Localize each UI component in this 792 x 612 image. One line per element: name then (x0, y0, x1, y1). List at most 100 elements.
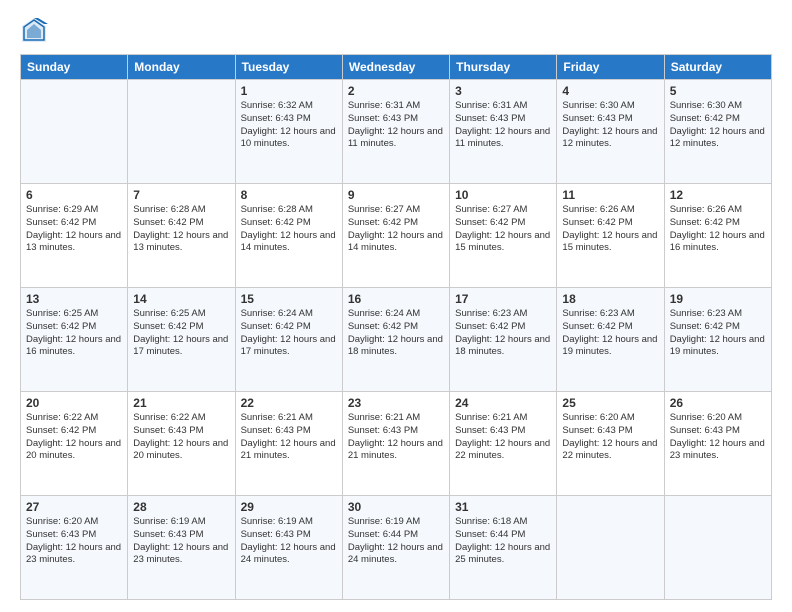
calendar-cell: 23Sunrise: 6:21 AMSunset: 6:43 PMDayligh… (342, 392, 449, 496)
calendar-cell: 18Sunrise: 6:23 AMSunset: 6:42 PMDayligh… (557, 288, 664, 392)
day-number: 7 (133, 188, 229, 202)
calendar-cell: 8Sunrise: 6:28 AMSunset: 6:42 PMDaylight… (235, 184, 342, 288)
calendar-week-row: 20 Sunrise: 6:22 AMSunset: 6:42 PMDayligh… (21, 392, 772, 496)
day-info: Sunrise: 6:30 AMSunset: 6:42 PMDaylight:… (670, 100, 766, 151)
day-info: Sunrise: 6:28 AMSunset: 6:42 PMDaylight:… (133, 204, 229, 255)
calendar-cell: 7 Sunrise: 6:28 AMSunset: 6:42 PMDaylight… (128, 184, 235, 288)
calendar-cell: 4 Sunrise: 6:30 AMSunset: 6:43 PMDaylight… (557, 80, 664, 184)
day-number: 5 (670, 84, 766, 98)
calendar-cell: 27 Sunrise: 6:20 AMSunset: 6:43 PMDayligh… (21, 496, 128, 600)
day-info: Sunrise: 6:30 AMSunset: 6:43 PMDaylight:… (562, 100, 658, 151)
day-number: 15 (241, 292, 337, 306)
day-number: 16 (348, 292, 444, 306)
day-info: Sunrise: 6:26 AMSunset: 6:42 PMDaylight:… (670, 204, 766, 255)
calendar-cell (21, 80, 128, 184)
weekday-header: Sunday (21, 55, 128, 80)
logo (20, 16, 52, 44)
calendar-week-row: 6 Sunrise: 6:29 AMSunset: 6:42 PMDaylight… (21, 184, 772, 288)
calendar-table: SundayMondayTuesdayWednesdayThursdayFrid… (20, 54, 772, 600)
day-info: Sunrise: 6:21 AMSunset: 6:43 PMDaylight:… (455, 412, 551, 463)
day-number: 30 (348, 500, 444, 514)
day-number: 10 (455, 188, 551, 202)
day-info: Sunrise: 6:26 AMSunset: 6:42 PMDaylight:… (562, 204, 658, 255)
day-number: 14 (133, 292, 229, 306)
day-number: 6 (26, 188, 122, 202)
day-info: Sunrise: 6:20 AMSunset: 6:43 PMDaylight:… (670, 412, 766, 463)
calendar-cell: 31 Sunrise: 6:18 AMSunset: 6:44 PMDayligh… (450, 496, 557, 600)
calendar-cell: 2 Sunrise: 6:31 AMSunset: 6:43 PMDaylight… (342, 80, 449, 184)
calendar-header-row: SundayMondayTuesdayWednesdayThursdayFrid… (21, 55, 772, 80)
day-info: Sunrise: 6:31 AMSunset: 6:43 PMDaylight:… (348, 100, 444, 151)
day-info: Sunrise: 6:23 AMSunset: 6:42 PMDaylight:… (562, 308, 658, 359)
calendar-cell: 10Sunrise: 6:27 AMSunset: 6:42 PMDayligh… (450, 184, 557, 288)
day-info: Sunrise: 6:28 AMSunset: 6:42 PMDaylight:… (241, 204, 337, 255)
day-info: Sunrise: 6:27 AMSunset: 6:42 PMDaylight:… (348, 204, 444, 255)
day-info: Sunrise: 6:23 AMSunset: 6:42 PMDaylight:… (455, 308, 551, 359)
calendar-cell: 5 Sunrise: 6:30 AMSunset: 6:42 PMDaylight… (664, 80, 771, 184)
day-info: Sunrise: 6:29 AMSunset: 6:42 PMDaylight:… (26, 204, 122, 255)
day-number: 28 (133, 500, 229, 514)
day-info: Sunrise: 6:22 AMSunset: 6:42 PMDaylight:… (26, 412, 122, 463)
day-number: 1 (241, 84, 337, 98)
day-info: Sunrise: 6:19 AMSunset: 6:44 PMDaylight:… (348, 516, 444, 567)
calendar-cell (128, 80, 235, 184)
day-number: 13 (26, 292, 122, 306)
calendar-cell: 13Sunrise: 6:25 AMSunset: 6:42 PMDayligh… (21, 288, 128, 392)
day-number: 9 (348, 188, 444, 202)
day-info: Sunrise: 6:24 AMSunset: 6:42 PMDaylight:… (241, 308, 337, 359)
day-number: 2 (348, 84, 444, 98)
calendar-cell: 16 Sunrise: 6:24 AMSunset: 6:42 PMDayligh… (342, 288, 449, 392)
calendar-cell: 6 Sunrise: 6:29 AMSunset: 6:42 PMDaylight… (21, 184, 128, 288)
calendar-cell: 19 Sunrise: 6:23 AMSunset: 6:42 PMDayligh… (664, 288, 771, 392)
day-info: Sunrise: 6:22 AMSunset: 6:43 PMDaylight:… (133, 412, 229, 463)
day-info: Sunrise: 6:19 AMSunset: 6:43 PMDaylight:… (133, 516, 229, 567)
calendar-cell: 1 Sunrise: 6:32 AMSunset: 6:43 PMDaylight… (235, 80, 342, 184)
calendar-week-row: 1 Sunrise: 6:32 AMSunset: 6:43 PMDaylight… (21, 80, 772, 184)
day-number: 25 (562, 396, 658, 410)
calendar-cell: 24 Sunrise: 6:21 AMSunset: 6:43 PMDayligh… (450, 392, 557, 496)
day-info: Sunrise: 6:32 AMSunset: 6:43 PMDaylight:… (241, 100, 337, 151)
day-number: 19 (670, 292, 766, 306)
calendar-cell: 22 Sunrise: 6:21 AMSunset: 6:43 PMDayligh… (235, 392, 342, 496)
day-number: 20 (26, 396, 122, 410)
day-number: 29 (241, 500, 337, 514)
calendar-cell: 26 Sunrise: 6:20 AMSunset: 6:43 PMDayligh… (664, 392, 771, 496)
day-number: 22 (241, 396, 337, 410)
day-number: 21 (133, 396, 229, 410)
day-number: 12 (670, 188, 766, 202)
day-info: Sunrise: 6:24 AMSunset: 6:42 PMDaylight:… (348, 308, 444, 359)
calendar-cell: 3Sunrise: 6:31 AMSunset: 6:43 PMDaylight… (450, 80, 557, 184)
day-number: 27 (26, 500, 122, 514)
weekday-header: Thursday (450, 55, 557, 80)
day-info: Sunrise: 6:23 AMSunset: 6:42 PMDaylight:… (670, 308, 766, 359)
day-info: Sunrise: 6:19 AMSunset: 6:43 PMDaylight:… (241, 516, 337, 567)
weekday-header: Monday (128, 55, 235, 80)
day-number: 3 (455, 84, 551, 98)
calendar-cell: 21 Sunrise: 6:22 AMSunset: 6:43 PMDayligh… (128, 392, 235, 496)
calendar-cell: 20 Sunrise: 6:22 AMSunset: 6:42 PMDayligh… (21, 392, 128, 496)
day-number: 4 (562, 84, 658, 98)
page: SundayMondayTuesdayWednesdayThursdayFrid… (0, 0, 792, 612)
calendar-cell: 30 Sunrise: 6:19 AMSunset: 6:44 PMDayligh… (342, 496, 449, 600)
day-number: 11 (562, 188, 658, 202)
calendar-cell: 11 Sunrise: 6:26 AMSunset: 6:42 PMDayligh… (557, 184, 664, 288)
weekday-header: Friday (557, 55, 664, 80)
weekday-header: Tuesday (235, 55, 342, 80)
day-info: Sunrise: 6:20 AMSunset: 6:43 PMDaylight:… (26, 516, 122, 567)
calendar-week-row: 13Sunrise: 6:25 AMSunset: 6:42 PMDayligh… (21, 288, 772, 392)
day-info: Sunrise: 6:21 AMSunset: 6:43 PMDaylight:… (241, 412, 337, 463)
day-number: 17 (455, 292, 551, 306)
weekday-header: Wednesday (342, 55, 449, 80)
day-number: 24 (455, 396, 551, 410)
day-number: 31 (455, 500, 551, 514)
calendar-cell: 14Sunrise: 6:25 AMSunset: 6:42 PMDayligh… (128, 288, 235, 392)
header (20, 16, 772, 44)
weekday-header: Saturday (664, 55, 771, 80)
calendar-cell: 15 Sunrise: 6:24 AMSunset: 6:42 PMDayligh… (235, 288, 342, 392)
day-info: Sunrise: 6:18 AMSunset: 6:44 PMDaylight:… (455, 516, 551, 567)
calendar-body: 1 Sunrise: 6:32 AMSunset: 6:43 PMDaylight… (21, 80, 772, 600)
calendar-cell (557, 496, 664, 600)
logo-icon (20, 16, 48, 44)
day-number: 26 (670, 396, 766, 410)
day-info: Sunrise: 6:21 AMSunset: 6:43 PMDaylight:… (348, 412, 444, 463)
